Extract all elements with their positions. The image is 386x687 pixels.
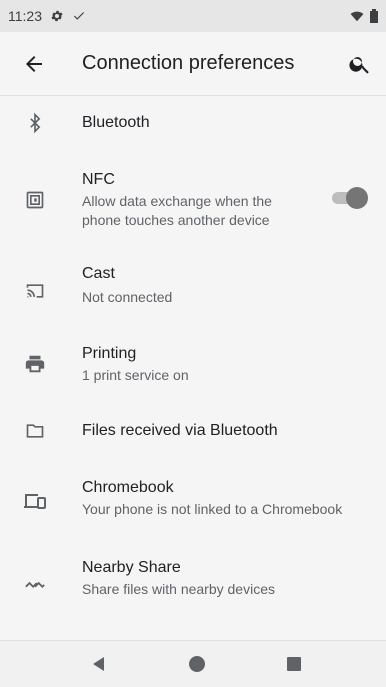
bluetooth-icon xyxy=(22,110,48,136)
chromebook-icon xyxy=(22,488,48,514)
list-item-files-received[interactable]: Files received via Bluetooth xyxy=(0,403,386,459)
back-triangle-icon[interactable] xyxy=(88,653,110,675)
arrow-back-icon[interactable] xyxy=(22,52,46,76)
recents-square-icon[interactable] xyxy=(283,653,305,675)
item-title: Printing xyxy=(82,345,137,362)
printer-icon xyxy=(22,351,48,377)
cast-icon xyxy=(22,278,48,304)
search-icon[interactable] xyxy=(348,52,372,76)
item-title: NFC xyxy=(82,171,115,188)
status-bar: 11:23 xyxy=(0,0,386,32)
item-subtitle: Your phone is not linked to a Chromebook xyxy=(82,501,343,517)
status-left: 11:23 xyxy=(8,8,86,24)
battery-icon xyxy=(370,9,378,23)
home-circle-icon[interactable] xyxy=(186,653,208,675)
wifi-icon xyxy=(350,9,364,23)
navigation-bar xyxy=(0,640,386,687)
item-subtitle: Not connected xyxy=(82,289,173,305)
nfc-icon xyxy=(22,187,48,213)
item-subtitle: Share files with nearby devices xyxy=(82,581,275,597)
toggle-thumb xyxy=(346,187,368,209)
item-title: Nearby Share xyxy=(82,559,181,576)
list-item-cast[interactable]: Cast Not connected xyxy=(0,245,386,325)
item-title: Chromebook xyxy=(82,479,174,496)
list-item-nearby-share[interactable]: Nearby Share Share files with nearby dev… xyxy=(0,539,386,619)
status-right xyxy=(350,9,378,23)
page-title: Connection preferences xyxy=(82,52,295,74)
check-icon xyxy=(72,9,86,23)
list-item-nfc[interactable]: NFC Allow data exchange when the phone t… xyxy=(0,149,386,245)
item-subtitle: Allow data exchange when the xyxy=(82,193,272,209)
item-subtitle: phone touches another device xyxy=(82,212,270,228)
folder-icon xyxy=(22,418,48,444)
item-title: Cast xyxy=(82,265,115,282)
item-title: Files received via Bluetooth xyxy=(82,422,278,439)
app-bar: Connection preferences xyxy=(0,32,386,96)
status-time: 11:23 xyxy=(8,8,42,24)
item-title: Bluetooth xyxy=(82,114,150,131)
nearby-share-icon xyxy=(22,571,48,597)
list-item-chromebook[interactable]: Chromebook Your phone is not linked to a… xyxy=(0,459,386,539)
list-item-bluetooth[interactable]: Bluetooth xyxy=(0,97,386,149)
gear-icon xyxy=(50,9,64,23)
item-subtitle: 1 print service on xyxy=(82,367,189,383)
nfc-toggle[interactable] xyxy=(332,187,368,209)
list-item-printing[interactable]: Printing 1 print service on xyxy=(0,325,386,403)
